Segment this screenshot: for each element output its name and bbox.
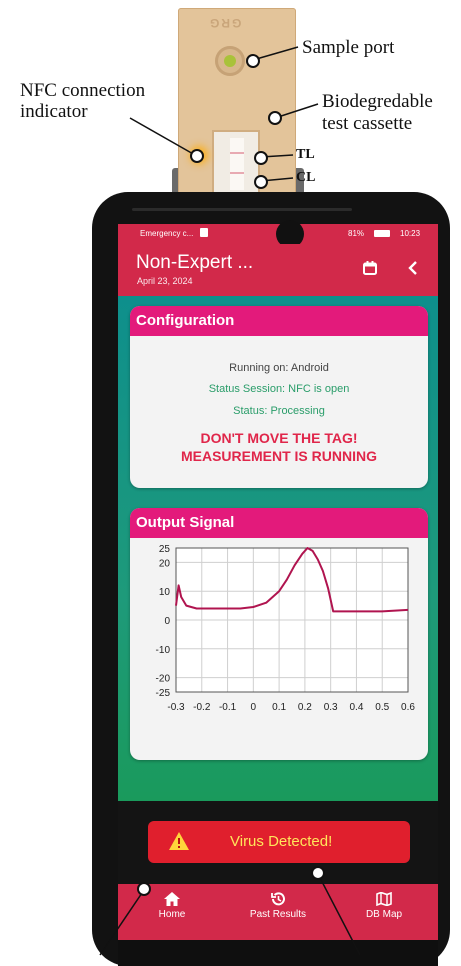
annotation-nfc-line-1: NFC connection — [20, 80, 146, 101]
leader-home — [99, 889, 145, 956]
annotation-cassette-line-1: Biodegredable — [322, 91, 433, 112]
annotation-nfc-line-2: indicator — [20, 101, 88, 122]
sample-port-marker — [246, 54, 260, 68]
annotation-leaders — [99, 46, 361, 956]
nfc-marker — [190, 149, 204, 163]
annotation-cl: CL — [296, 170, 316, 185]
annotation-sample-port: Sample port — [302, 37, 395, 58]
cl-marker — [254, 175, 268, 189]
alert-marker — [311, 866, 325, 880]
annotation-cassette-line-2: test cassette — [322, 113, 413, 134]
leader-nfc — [129, 117, 196, 156]
leader-alert — [317, 873, 361, 956]
cassette-marker — [268, 111, 282, 125]
tl-marker — [254, 151, 268, 165]
home-marker — [137, 882, 151, 896]
leader-sample-port — [252, 46, 299, 61]
annotation-tl: TL — [296, 147, 315, 162]
